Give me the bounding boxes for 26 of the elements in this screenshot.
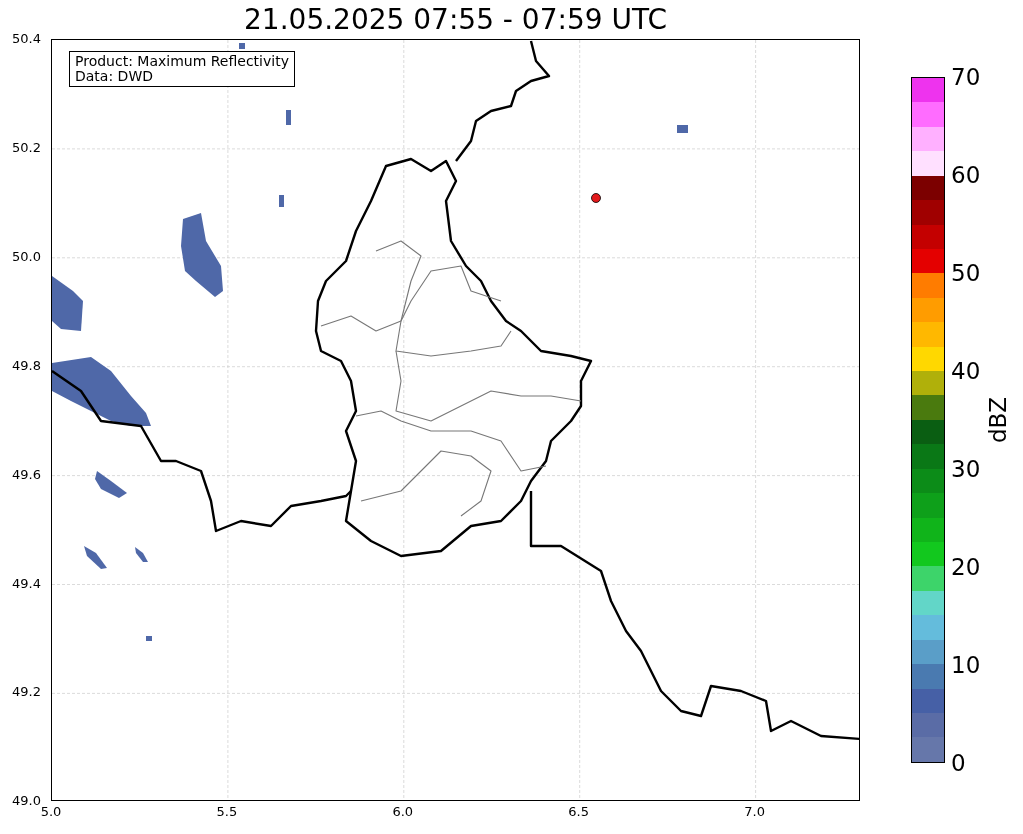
colorbar-tick-label: 70: [951, 65, 981, 89]
axis-tick-label: 6.5: [568, 805, 590, 819]
axis-tick-label: 50.2: [12, 140, 41, 155]
colorbar-tick-label: 40: [951, 359, 981, 383]
legend-text: Product: Maximum Reflectivity: [75, 54, 289, 69]
legend-text: Data: DWD: [75, 69, 154, 84]
axis-tick-label: 49.8: [12, 358, 41, 373]
colorbar-tick-label: 10: [951, 653, 981, 677]
colorbar-tick-label: 0: [951, 751, 966, 775]
axis-tick-label: 49.6: [12, 467, 41, 482]
colorbar-tick-label: 60: [951, 163, 981, 187]
axis-tick-label: 7.0: [744, 805, 765, 819]
location-dot: [591, 193, 601, 203]
colorbar-label: dBZ: [985, 396, 1012, 444]
axis-tick-label: 49.4: [12, 576, 41, 591]
colorbar-tick-label: 50: [951, 261, 981, 285]
axis-tick-label: 5.0: [40, 805, 62, 819]
axis-tick-label: 50.4: [12, 32, 41, 46]
colorbar-tick-label: 20: [951, 555, 981, 579]
axis-tick-label: 49.0: [12, 794, 41, 809]
figure-title: 21.05.2025 07:55 - 07:59 UTC: [243, 2, 668, 38]
axis-tick-label: 5.5: [216, 805, 238, 819]
axis-tick-label: 49.2: [12, 685, 41, 700]
colorbar-tick-label: 30: [951, 457, 981, 481]
axis-tick-label: 6.0: [392, 805, 414, 819]
axis-tick-label: 50.0: [12, 249, 41, 264]
